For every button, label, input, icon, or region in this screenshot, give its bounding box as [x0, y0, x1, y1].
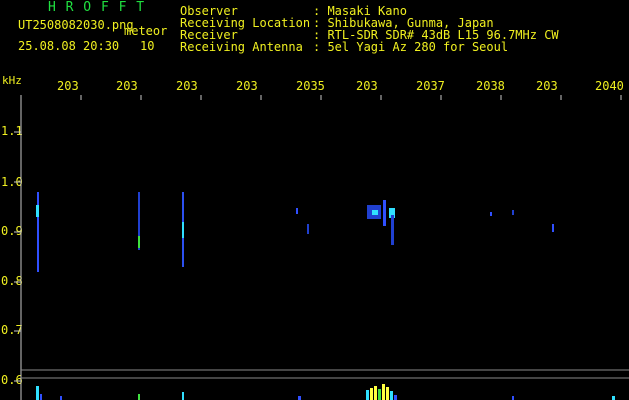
signal-strength-bars	[36, 384, 615, 400]
echo-trace	[307, 224, 309, 234]
echo-trace	[490, 210, 514, 216]
echo-cluster	[367, 200, 395, 245]
spectrogram-plot	[14, 95, 629, 400]
x-axis-ticks	[20, 95, 622, 100]
echo-trace	[182, 192, 184, 267]
echo-trace	[296, 208, 298, 214]
echo-trace	[36, 192, 39, 272]
y-axis	[14, 95, 22, 400]
echo-trace	[138, 192, 140, 250]
echo-trace	[552, 224, 554, 232]
